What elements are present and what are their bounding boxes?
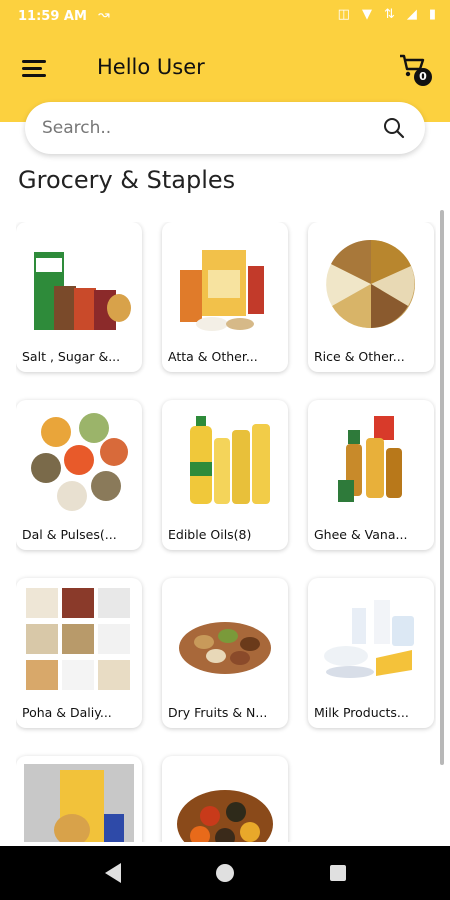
category-card-spices[interactable] <box>162 756 288 842</box>
cart-button[interactable]: 0 <box>398 52 432 86</box>
recent-apps-icon[interactable] <box>330 865 346 881</box>
category-card-poha[interactable]: Poha & Daliy... <box>16 578 142 728</box>
category-label: Milk Products... <box>314 705 409 720</box>
dry-fruits-image <box>179 622 271 674</box>
data-icon: ⇅ <box>383 7 395 22</box>
salt-sugar-packets-image <box>34 252 131 330</box>
category-label: Poha & Daliy... <box>22 705 112 720</box>
category-label: Salt , Sugar &... <box>22 349 121 364</box>
page-title: Hello User <box>97 55 205 79</box>
pet-food-image <box>24 764 134 842</box>
search-icon[interactable] <box>383 117 405 139</box>
poha-grains-image <box>26 588 130 690</box>
cart-count-badge: 0 <box>414 68 432 86</box>
sync-icon: ↝ <box>98 7 110 23</box>
category-card-ghee[interactable]: Ghee & Vana... <box>308 400 434 550</box>
category-card-oils[interactable]: Edible Oils(8) <box>162 400 288 550</box>
category-grid: Salt , Sugar &... Atta & Other... Rice &… <box>16 222 436 842</box>
oil-bottles-image <box>190 416 270 504</box>
dal-pulses-image <box>31 413 128 511</box>
search-input[interactable] <box>42 115 362 141</box>
section-title: Grocery & Staples <box>18 166 236 194</box>
category-card-salt-sugar[interactable]: Salt , Sugar &... <box>16 222 142 372</box>
category-label: Dry Fruits & N... <box>168 705 268 720</box>
signal-icon: ◢ <box>406 7 417 22</box>
back-icon[interactable] <box>105 863 121 883</box>
search-bar[interactable] <box>25 102 425 154</box>
category-label: Rice & Other... <box>314 349 405 364</box>
category-card-atta[interactable]: Atta & Other... <box>162 222 288 372</box>
category-card-dry-fruits[interactable]: Dry Fruits & N... <box>162 578 288 728</box>
wifi-icon: ▼ <box>361 7 372 22</box>
category-card-pet-food[interactable] <box>16 756 142 842</box>
rice-grains-image <box>326 239 415 329</box>
category-label: Dal & Pulses(... <box>22 527 117 542</box>
battery-icon: ▮ <box>428 7 436 22</box>
vibrate-icon: ◫ <box>337 7 350 22</box>
system-nav-bar <box>0 846 450 900</box>
milk-products-image <box>324 600 414 678</box>
atta-flour-bags-image <box>180 250 264 331</box>
status-time: 11:59 AM <box>18 9 87 24</box>
category-card-rice[interactable]: Rice & Other... <box>308 222 434 372</box>
status-indicators: ◫ ▼ ⇅ ◢ ▮ <box>338 7 436 22</box>
home-icon[interactable] <box>216 864 234 882</box>
category-label: Atta & Other... <box>168 349 258 364</box>
menu-icon[interactable] <box>22 58 48 80</box>
category-label: Edible Oils(8) <box>168 527 252 542</box>
ghee-jars-image <box>338 416 402 502</box>
status-bar: 11:59 AM ↝ ◫ ▼ ⇅ ◢ ▮ <box>0 0 450 36</box>
spice-box-image <box>177 790 273 842</box>
category-card-milk[interactable]: Milk Products... <box>308 578 434 728</box>
scrollbar[interactable] <box>440 210 444 765</box>
category-card-dal[interactable]: Dal & Pulses(... <box>16 400 142 550</box>
category-label: Ghee & Vana... <box>314 527 408 542</box>
